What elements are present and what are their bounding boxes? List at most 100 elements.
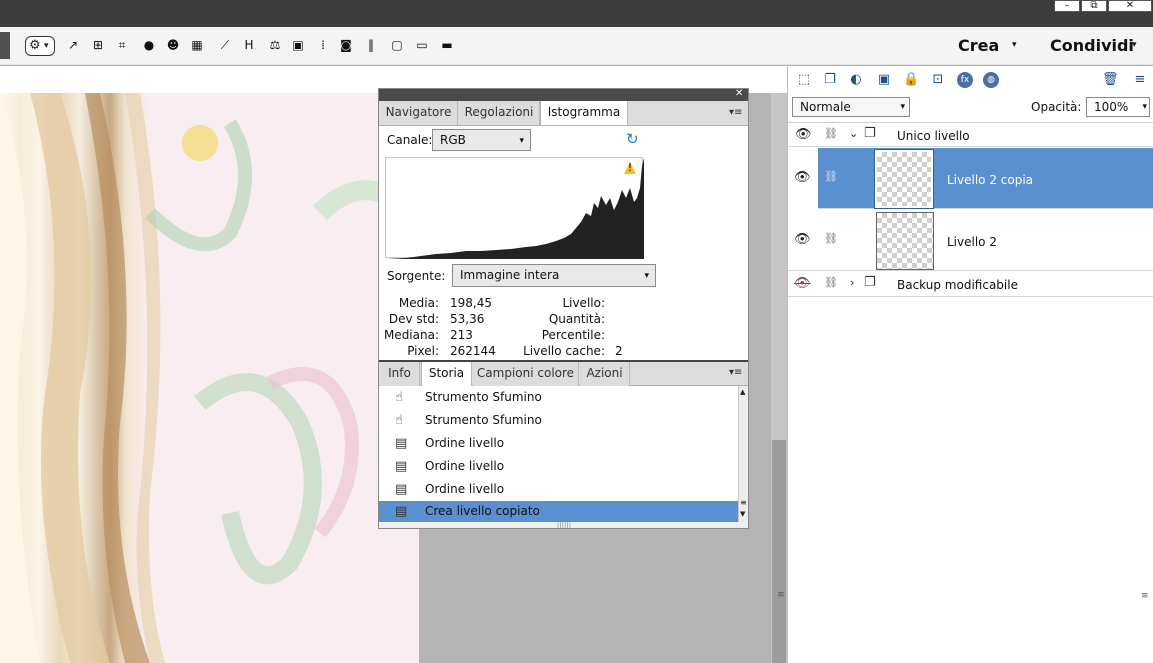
- layer-row[interactable]: 👁 ⛓ Livello 2: [788, 209, 1153, 271]
- laptop-icon[interactable]: ▭: [415, 38, 429, 52]
- history-item[interactable]: ☝ Strumento Sfumino: [379, 386, 738, 409]
- layer-name: Livello 2: [947, 235, 997, 249]
- history-item-label: Strumento Sfumino: [425, 413, 542, 427]
- chevron-down-icon: ▾: [900, 102, 905, 112]
- tab-azioni[interactable]: Azioni: [580, 362, 630, 386]
- toolbar-edge: [0, 32, 10, 59]
- panel-menu-icon[interactable]: ▾≡: [729, 107, 742, 118]
- trash-icon[interactable]: 🗑: [1102, 72, 1119, 88]
- h-icon[interactable]: H: [242, 38, 256, 52]
- lock-transparency-icon[interactable]: ⊡: [930, 72, 946, 88]
- history-item[interactable]: ▤ Ordine livello: [379, 432, 738, 455]
- history-item[interactable]: ▤ Ordine livello: [379, 478, 738, 501]
- layer-group-row[interactable]: 👁 ⛓ ⌄ ❐ Unico livello: [788, 124, 1153, 147]
- layer-style-icon[interactable]: ◍: [983, 72, 999, 88]
- link-icon[interactable]: ⛓: [824, 170, 838, 183]
- crop-icon[interactable]: ⌗: [115, 38, 129, 52]
- history-item[interactable]: ▤ Ordine livello: [379, 455, 738, 478]
- layer-group-row[interactable]: 👁 ⛓ › ❐ Backup modificabile: [788, 272, 1153, 297]
- tab-storia[interactable]: Storia: [421, 362, 472, 386]
- scroll-down-icon[interactable]: ▼: [740, 510, 745, 518]
- gear-icon: ⚙: [29, 38, 41, 53]
- crea-button[interactable]: Crea: [958, 36, 999, 55]
- eye-hidden-icon[interactable]: 👁: [794, 276, 811, 291]
- camera-icon[interactable]: ◙: [339, 38, 353, 52]
- layers-divider: [788, 122, 1153, 123]
- scroll-grip-icon[interactable]: ≡: [777, 590, 785, 600]
- stat-value: [615, 328, 655, 344]
- dashboard-icon[interactable]: ⊞: [91, 38, 105, 52]
- link-icon[interactable]: ⛓: [824, 127, 838, 140]
- history-item-label: Ordine livello: [425, 436, 505, 450]
- paint-icon[interactable]: ◐: [848, 72, 864, 88]
- fx-icon[interactable]: fx: [957, 72, 973, 88]
- stats-keys-left: Media: Dev std: Mediana: Pixel:: [379, 296, 439, 360]
- lock-icon[interactable]: 🔒: [903, 72, 919, 88]
- frame-icon[interactable]: ▢: [390, 38, 404, 52]
- dots-icon[interactable]: ⁞: [316, 38, 330, 52]
- external-icon[interactable]: ↗: [66, 38, 80, 52]
- eye-icon[interactable]: 👁: [795, 127, 812, 142]
- image-canvas[interactable]: [0, 93, 419, 663]
- layer-order-icon: ▤: [395, 482, 408, 497]
- chevron-right-icon[interactable]: ›: [850, 276, 854, 289]
- opacity-input[interactable]: 100% ▾: [1086, 97, 1150, 117]
- canale-select[interactable]: RGB ▾: [432, 129, 531, 151]
- stats-values-right: 2: [615, 296, 655, 360]
- title-bar: [0, 0, 1153, 27]
- floating-panel-titlebar[interactable]: [379, 89, 748, 101]
- grid-icon[interactable]: ▦: [190, 38, 204, 52]
- tab-navigatore[interactable]: Navigatore: [380, 101, 458, 125]
- close-button[interactable]: ✕: [1108, 0, 1152, 12]
- blend-mode-select[interactable]: Normale ▾: [792, 97, 910, 117]
- blend-mode-value: Normale: [800, 100, 851, 114]
- duplicate-icon[interactable]: ❐: [822, 72, 838, 88]
- balance-icon[interactable]: ⚖: [268, 38, 282, 52]
- history-item-label: Ordine livello: [425, 459, 505, 473]
- monitor-icon[interactable]: ▬: [440, 38, 454, 52]
- history-item-label: Crea livello copiato: [425, 504, 540, 518]
- tab-regolazioni[interactable]: Regolazioni: [459, 101, 540, 125]
- menu-icon[interactable]: ≡: [1132, 72, 1148, 88]
- smile-icon[interactable]: ☻: [166, 38, 180, 52]
- pause-icon[interactable]: ‖: [364, 38, 378, 52]
- stat-key: Livello cache:: [523, 344, 605, 358]
- gear-dropdown-button[interactable]: ⚙ ▾: [25, 36, 55, 56]
- history-item-label: Ordine livello: [425, 482, 505, 496]
- condividi-chevron-icon[interactable]: ▾: [1132, 40, 1137, 50]
- chevron-down-icon[interactable]: ⌄: [849, 127, 858, 140]
- layer-order-icon: ▤: [395, 436, 408, 451]
- person-icon[interactable]: ●: [142, 38, 156, 52]
- crea-chevron-icon[interactable]: ▾: [1012, 40, 1017, 50]
- layer-thumbnail[interactable]: [876, 212, 934, 270]
- panel-menu-icon[interactable]: ▾≡: [729, 367, 742, 378]
- scroll-grip-icon[interactable]: ≡: [740, 498, 747, 507]
- mask-icon[interactable]: ▣: [876, 72, 892, 88]
- eye-icon[interactable]: 👁: [794, 232, 811, 247]
- tab-istogramma[interactable]: Istogramma: [540, 101, 628, 125]
- restore-button[interactable]: ⧉: [1081, 0, 1107, 12]
- layer-thumbnail[interactable]: [874, 149, 934, 209]
- layer-order-icon: ▤: [395, 504, 408, 519]
- sorgente-select[interactable]: Immagine intera ▾: [452, 264, 656, 287]
- scroll-up-icon[interactable]: ▲: [740, 388, 745, 396]
- link-icon[interactable]: ⛓: [824, 232, 838, 245]
- history-scrollbar[interactable]: ▲ ≡ ▼: [738, 386, 748, 522]
- eye-icon[interactable]: 👁: [794, 170, 811, 185]
- chart-icon[interactable]: ⟋: [218, 38, 232, 52]
- tab-info[interactable]: Info: [380, 362, 420, 386]
- tab-campioni-colore[interactable]: Campioni colore: [473, 362, 579, 386]
- scroll-thumb[interactable]: [772, 440, 786, 663]
- panel-resize-grip[interactable]: ≡: [1141, 591, 1149, 601]
- image-icon[interactable]: ▣: [291, 38, 305, 52]
- new-layer-icon[interactable]: ⬚: [796, 72, 812, 88]
- panel-close-icon[interactable]: ✕: [735, 88, 743, 100]
- history-item[interactable]: ☝ Strumento Sfumino: [379, 409, 738, 432]
- link-icon[interactable]: ⛓: [824, 276, 838, 289]
- refresh-icon[interactable]: ↻: [626, 130, 639, 148]
- history-item-selected[interactable]: ▤ Crea livello copiato: [379, 501, 738, 522]
- opacity-value: 100%: [1094, 100, 1129, 114]
- panel-resize-grip[interactable]: ||||||: [553, 522, 575, 529]
- minimize-button[interactable]: –: [1054, 0, 1080, 12]
- condividi-button[interactable]: Condividi: [1050, 36, 1134, 55]
